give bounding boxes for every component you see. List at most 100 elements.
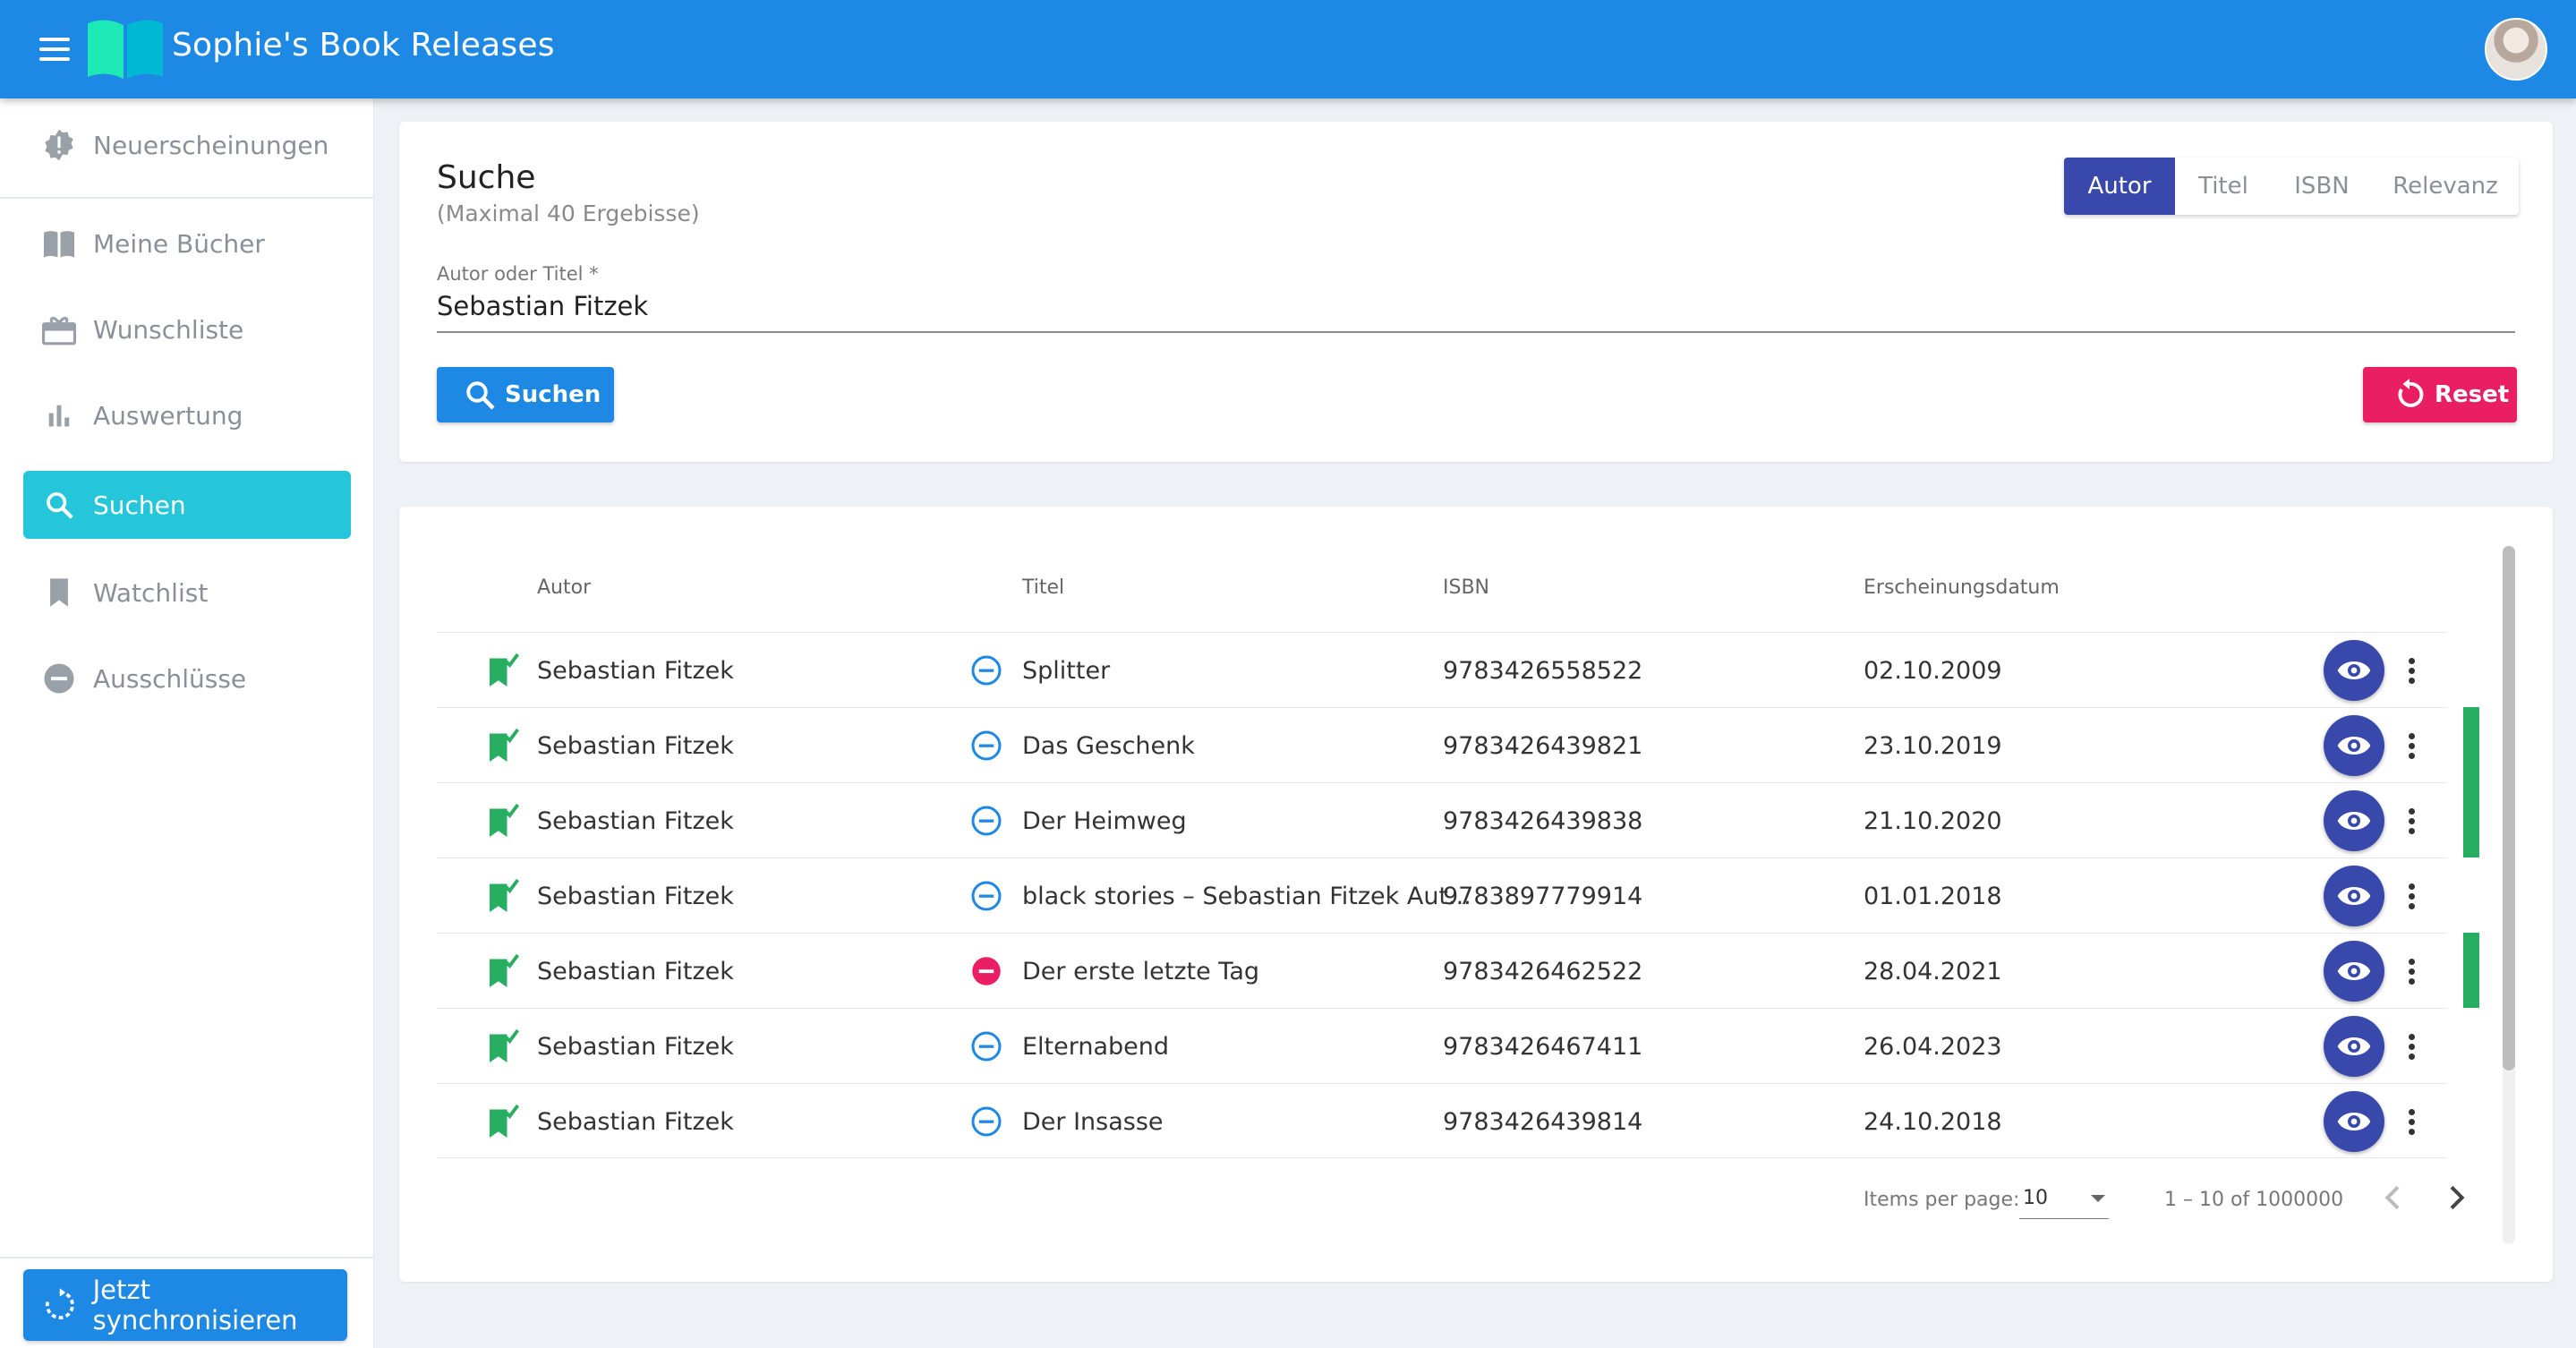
minus-circle-icon[interactable] [970, 880, 1002, 912]
sidebar-item-label: Suchen [93, 490, 186, 520]
new-releases-icon [41, 127, 77, 163]
column-header-titel[interactable]: Titel [1022, 576, 1064, 599]
author-cell: Sebastian Fitzek [537, 957, 734, 985]
more-vert-icon[interactable] [2393, 1028, 2429, 1064]
more-vert-icon[interactable] [2393, 1104, 2429, 1139]
table-row: Sebastian Fitzek Splitter 9783426558522 02.… [437, 632, 2447, 707]
sidebar-item-neuerscheinungen[interactable]: Neuerscheinungen [23, 111, 351, 179]
title-cell: Das Geschenk [1022, 731, 1195, 760]
book-check-icon[interactable] [487, 803, 519, 839]
toggle-isbn[interactable]: ISBN [2272, 158, 2372, 215]
menu-icon[interactable] [36, 32, 73, 66]
book-open-icon [41, 226, 77, 261]
search-icon [466, 381, 495, 410]
eye-icon [2337, 1037, 2371, 1055]
view-button[interactable] [2324, 715, 2384, 776]
items-per-page-select[interactable]: 10 [2019, 1178, 2109, 1219]
eye-icon [2337, 812, 2371, 830]
scrollbar-thumb[interactable] [2503, 546, 2515, 1071]
more-vert-icon[interactable] [2393, 653, 2429, 688]
toggle-autor[interactable]: Autor [2064, 158, 2175, 215]
sidebar-item-label: Meine Bücher [93, 228, 265, 259]
eye-icon [2337, 962, 2371, 980]
view-button[interactable] [2324, 1091, 2384, 1152]
eye-icon [2337, 1113, 2371, 1130]
chevron-right-icon[interactable] [2438, 1180, 2474, 1216]
excluded-icon[interactable] [970, 955, 1002, 987]
title-cell: Elternabend [1022, 1032, 1170, 1061]
minus-circle-icon[interactable] [970, 654, 1002, 687]
sidebar-item-auswertung[interactable]: Auswertung [23, 381, 351, 449]
reset-button[interactable]: Reset [2363, 367, 2517, 422]
search-input[interactable] [437, 288, 2515, 333]
book-check-icon[interactable] [487, 953, 519, 989]
page-title: Suche [437, 159, 536, 196]
status-marker [2463, 782, 2479, 857]
divider [0, 197, 374, 199]
date-cell: 23.10.2019 [1864, 731, 2002, 760]
table-row: Sebastian Fitzek Der Insasse 9783426439814… [437, 1083, 2447, 1158]
more-vert-icon[interactable] [2393, 953, 2429, 989]
column-header-erscheinungsdatum[interactable]: Erscheinungsdatum [1864, 576, 2060, 599]
view-button[interactable] [2324, 941, 2384, 1002]
author-cell: Sebastian Fitzek [537, 882, 734, 910]
table-row: Sebastian Fitzek Das Geschenk 978342643982… [437, 707, 2447, 782]
more-vert-icon[interactable] [2393, 728, 2429, 764]
isbn-cell: 9783426439814 [1443, 1107, 1643, 1136]
date-cell: 26.04.2023 [1864, 1032, 2002, 1061]
date-cell: 28.04.2021 [1864, 957, 2002, 985]
pager-range: 1 – 10 of 1000000 [2164, 1189, 2344, 1211]
toggle-titel[interactable]: Titel [2175, 158, 2272, 215]
reset-button-label: Reset [2435, 381, 2510, 408]
sidebar-item-meine-buecher[interactable]: Meine Bücher [23, 209, 351, 277]
avatar[interactable] [2485, 18, 2547, 81]
column-header-autor[interactable]: Autor [537, 576, 591, 599]
sidebar: Neuerscheinungen Meine Bücher Wunschlist… [0, 98, 374, 1348]
book-check-icon[interactable] [487, 1028, 519, 1064]
title-cell: Der erste letzte Tag [1022, 957, 1260, 985]
book-check-icon[interactable] [487, 878, 519, 914]
divider [0, 1257, 374, 1258]
book-check-icon[interactable] [487, 1104, 519, 1139]
search-mode-toggle: Autor Titel ISBN Relevanz [2064, 158, 2519, 215]
minus-circle-icon[interactable] [970, 1105, 1002, 1138]
minus-circle-icon[interactable] [970, 729, 1002, 762]
title-cell: black stories – Sebastian Fitzek Aut... [1022, 882, 1471, 910]
sidebar-item-label: Wunschliste [93, 314, 244, 345]
column-header-isbn[interactable]: ISBN [1443, 576, 1489, 599]
minus-circle-icon[interactable] [970, 1030, 1002, 1062]
sync-button-label: Jetzt synchronisieren [92, 1275, 298, 1335]
view-button[interactable] [2324, 1016, 2384, 1077]
sync-button[interactable]: Jetzt synchronisieren [23, 1269, 347, 1341]
isbn-cell: 9783426558522 [1443, 656, 1643, 685]
eye-icon [2337, 887, 2371, 905]
app-title: Sophie's Book Releases [172, 27, 555, 64]
date-cell: 24.10.2018 [1864, 1107, 2002, 1136]
sync-icon [45, 1288, 74, 1319]
sidebar-item-watchlist[interactable]: Watchlist [23, 559, 351, 627]
chevron-left-icon[interactable] [2376, 1180, 2411, 1216]
toggle-relevanz[interactable]: Relevanz [2372, 158, 2519, 215]
sidebar-item-ausschluesse[interactable]: Ausschlüsse [23, 644, 351, 712]
minus-circle-icon[interactable] [970, 805, 1002, 837]
search-subtitle: (Maximal 40 Ergebisse) [437, 200, 700, 226]
sidebar-item-wunschliste[interactable]: Wunschliste [23, 295, 351, 363]
view-button[interactable] [2324, 866, 2384, 926]
search-button[interactable]: Suchen [437, 367, 614, 422]
view-button[interactable] [2324, 790, 2384, 851]
eye-icon [2337, 661, 2371, 679]
isbn-cell: 9783426462522 [1443, 957, 1643, 985]
search-button-label: Suchen [505, 381, 601, 408]
book-check-icon[interactable] [487, 728, 519, 764]
sidebar-item-suchen[interactable]: Suchen [23, 471, 351, 539]
more-vert-icon[interactable] [2393, 878, 2429, 914]
book-logo-icon [88, 20, 163, 80]
more-vert-icon[interactable] [2393, 803, 2429, 839]
gift-icon [41, 311, 77, 347]
title-cell: Der Insasse [1022, 1107, 1164, 1136]
author-cell: Sebastian Fitzek [537, 1107, 734, 1136]
view-button[interactable] [2324, 640, 2384, 701]
search-card: Suche (Maximal 40 Ergebisse) Autor Titel… [399, 122, 2553, 462]
status-marker [2463, 933, 2479, 1008]
book-check-icon[interactable] [487, 653, 519, 688]
